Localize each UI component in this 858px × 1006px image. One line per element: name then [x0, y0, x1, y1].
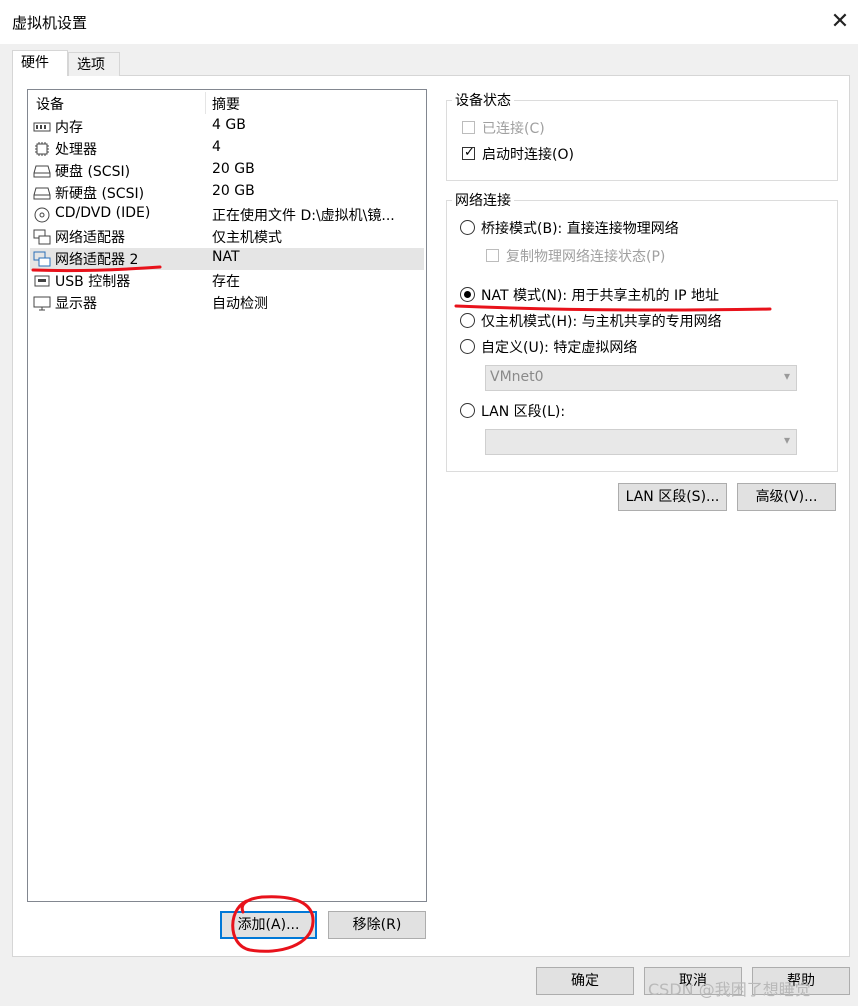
tab-hardware[interactable]: 硬件 [12, 50, 68, 76]
annotation-underline-adapter [31, 265, 162, 273]
annotation-underline-nat [454, 304, 772, 312]
annotation-circle-add [231, 895, 315, 953]
annotation-layer [31, 265, 772, 953]
